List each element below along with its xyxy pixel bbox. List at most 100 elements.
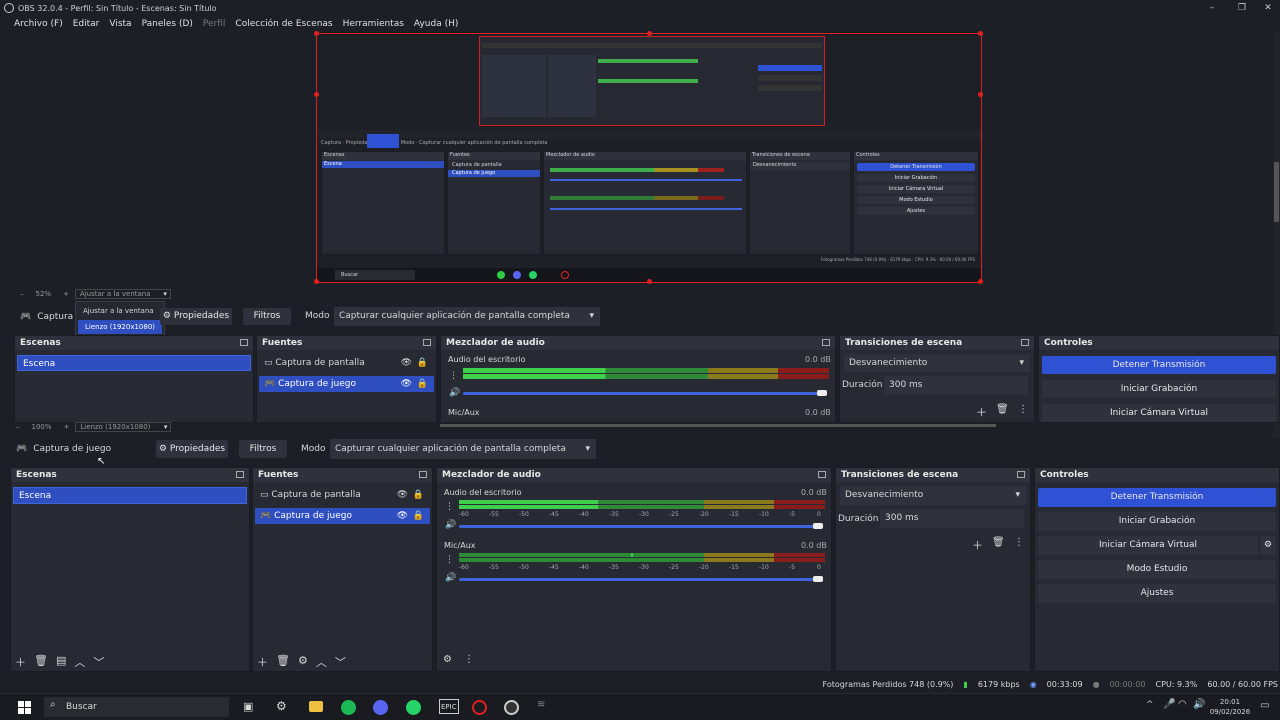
microphone-icon[interactable]: 🎤 [1163,699,1175,710]
duration-input[interactable]: 300 ms [880,509,1024,528]
settings-gear-icon[interactable]: ⚙ [276,699,287,713]
obs-icon[interactable] [504,700,519,715]
menu-perfil[interactable]: Perfil [203,19,226,29]
eye-icon[interactable]: 👁 [397,487,408,503]
menu-dots-icon[interactable]: ⋮ [1014,537,1024,548]
scene-item[interactable]: Escena [17,355,251,371]
horizontal-scrollbar[interactable] [440,424,996,427]
speaker-icon[interactable]: 🔊 [449,388,460,398]
trash-icon[interactable]: 🗑 [276,654,290,670]
windows-start-icon[interactable] [18,701,31,714]
menu-coleccion[interactable]: Colección de Escenas [235,19,332,29]
whatsapp-icon[interactable] [406,700,421,715]
close-button[interactable]: ✕ [1250,0,1280,16]
volume-icon[interactable]: 🔊 [1193,699,1205,710]
virtual-cam-settings-icon[interactable]: ⚙ [1260,536,1276,555]
source-item-screen[interactable]: ▭ Captura de pantalla 👁 🔒 [259,355,434,371]
wifi-icon[interactable]: ◠ [1178,699,1187,710]
filters-button[interactable]: Filtros [239,440,287,458]
transition-select[interactable]: Desvanecimiento ▾ [844,354,1030,372]
eye-icon[interactable]: 👁 [401,376,412,392]
start-recording-button[interactable]: Iniciar Grabación [1038,512,1276,531]
epic-games-icon[interactable]: EPIC [439,699,459,714]
start-virtual-cam-button[interactable]: Iniciar Cámara Virtual [1038,536,1258,555]
menu-dots-icon[interactable]: ⋮ [445,555,454,565]
volume-slider-mic[interactable] [459,578,817,581]
chevron-up-icon[interactable]: ︿ [316,654,327,670]
clock[interactable]: 20:01 09/02/2026 [1208,697,1252,717]
zoom-plus-button[interactable]: + [64,423,70,431]
float-icon[interactable] [1021,339,1029,346]
float-icon[interactable] [818,471,826,478]
add-icon[interactable]: ＋ [976,404,987,420]
scene-item[interactable]: Escena [13,487,247,504]
menu-dots-icon[interactable]: ⋮ [449,371,458,381]
task-view-icon[interactable]: ▣ [243,700,253,713]
filter-icon[interactable]: ▤ [56,654,66,670]
volume-knob-desktop[interactable] [813,523,823,529]
search-input[interactable]: Buscar [44,697,229,717]
eye-icon[interactable]: 👁 [401,355,412,371]
mode-select[interactable]: Capturar cualquier aplicación de pantall… [334,307,600,326]
link-gear-icon[interactable]: ⚙ [443,654,452,665]
add-icon[interactable]: ＋ [972,537,983,553]
source-item-screen[interactable]: ▭ Captura de pantalla 👁 🔒 [255,487,430,503]
filters-button[interactable]: Filtros [243,308,291,325]
preview-canvas[interactable]: Captura · Propiedades · Filtros · Modo ·… [314,31,983,284]
add-icon[interactable]: ＋ [257,654,268,670]
lock-icon[interactable]: 🔒 [413,508,424,524]
app-icon[interactable]: ≋ [537,699,545,710]
studio-mode-button[interactable]: Modo Estudio [1038,560,1276,579]
notification-icon[interactable]: ▭ [1260,700,1269,711]
speaker-icon[interactable]: 🔊 [445,573,456,583]
float-icon[interactable] [240,339,248,346]
menu-dots-icon[interactable]: ⋮ [464,654,474,665]
lock-icon[interactable]: 🔒 [413,487,424,503]
gear-icon[interactable]: ⚙ [298,654,308,670]
stop-stream-button[interactable]: Detener Transmisión [1042,356,1276,374]
menu-herramientas[interactable]: Herramientas [343,19,404,29]
lock-icon[interactable]: 🔒 [417,355,428,371]
volume-slider-desktop[interactable] [459,525,817,528]
stop-stream-button[interactable]: Detener Transmisión [1038,488,1276,507]
settings-button[interactable]: Ajustes [1038,584,1276,603]
trash-icon[interactable]: 🗑 [992,537,1005,548]
float-icon[interactable] [423,339,431,346]
trash-icon[interactable]: 🗑 [996,404,1009,415]
float-icon[interactable] [236,471,244,478]
add-icon[interactable]: ＋ [15,654,26,670]
zoom-select[interactable]: Lienzo (1920x1080) ▾ [75,422,172,432]
trash-icon[interactable]: 🗑 [34,654,48,670]
zoom-select[interactable]: Ajustar a la ventana ▾ [74,289,171,299]
chevron-up-icon[interactable]: ^ [1146,700,1154,710]
menu-archivo[interactable]: Archivo (F) [14,19,63,29]
speaker-icon[interactable]: 🔊 [445,520,456,530]
float-icon[interactable] [1017,471,1025,478]
menu-paneles[interactable]: Paneles (D) [142,19,193,29]
zoom-minus-button[interactable]: – [16,423,20,431]
start-virtual-cam-button[interactable]: Iniciar Cámara Virtual [1042,404,1276,422]
eye-icon[interactable]: 👁 [397,508,408,524]
source-item-game[interactable]: 🎮 Captura de juego 👁 🔒 [259,376,434,392]
menu-dots-icon[interactable]: ⋮ [1018,404,1028,415]
mode-select[interactable]: Capturar cualquier aplicación de pantall… [330,439,596,459]
transition-select[interactable]: Desvanecimiento ▾ [840,486,1026,505]
chevron-down-icon[interactable]: ﹀ [335,654,346,670]
source-item-game[interactable]: 🎮 Captura de juego 👁 🔒 [255,508,430,524]
volume-knob-mic[interactable] [813,576,823,582]
spotify-icon[interactable] [341,700,356,715]
float-icon[interactable] [419,471,427,478]
discord-icon[interactable] [373,700,388,715]
menu-dots-icon[interactable]: ⋮ [445,502,454,512]
properties-button[interactable]: ⚙ Propiedades [160,308,232,325]
volume-slider-desktop[interactable] [463,392,821,395]
duration-input[interactable]: 300 ms [884,376,1028,394]
properties-button[interactable]: ⚙ Propiedades [156,440,228,458]
opera-gx-icon[interactable] [472,700,487,715]
zoom-plus-button[interactable]: + [63,290,69,298]
zoom-minus-button[interactable]: – [20,290,24,298]
lock-icon[interactable]: 🔒 [417,376,428,392]
volume-knob[interactable] [817,390,827,396]
start-recording-button[interactable]: Iniciar Grabación [1042,380,1276,398]
menu-ayuda[interactable]: Ayuda (H) [414,19,458,29]
